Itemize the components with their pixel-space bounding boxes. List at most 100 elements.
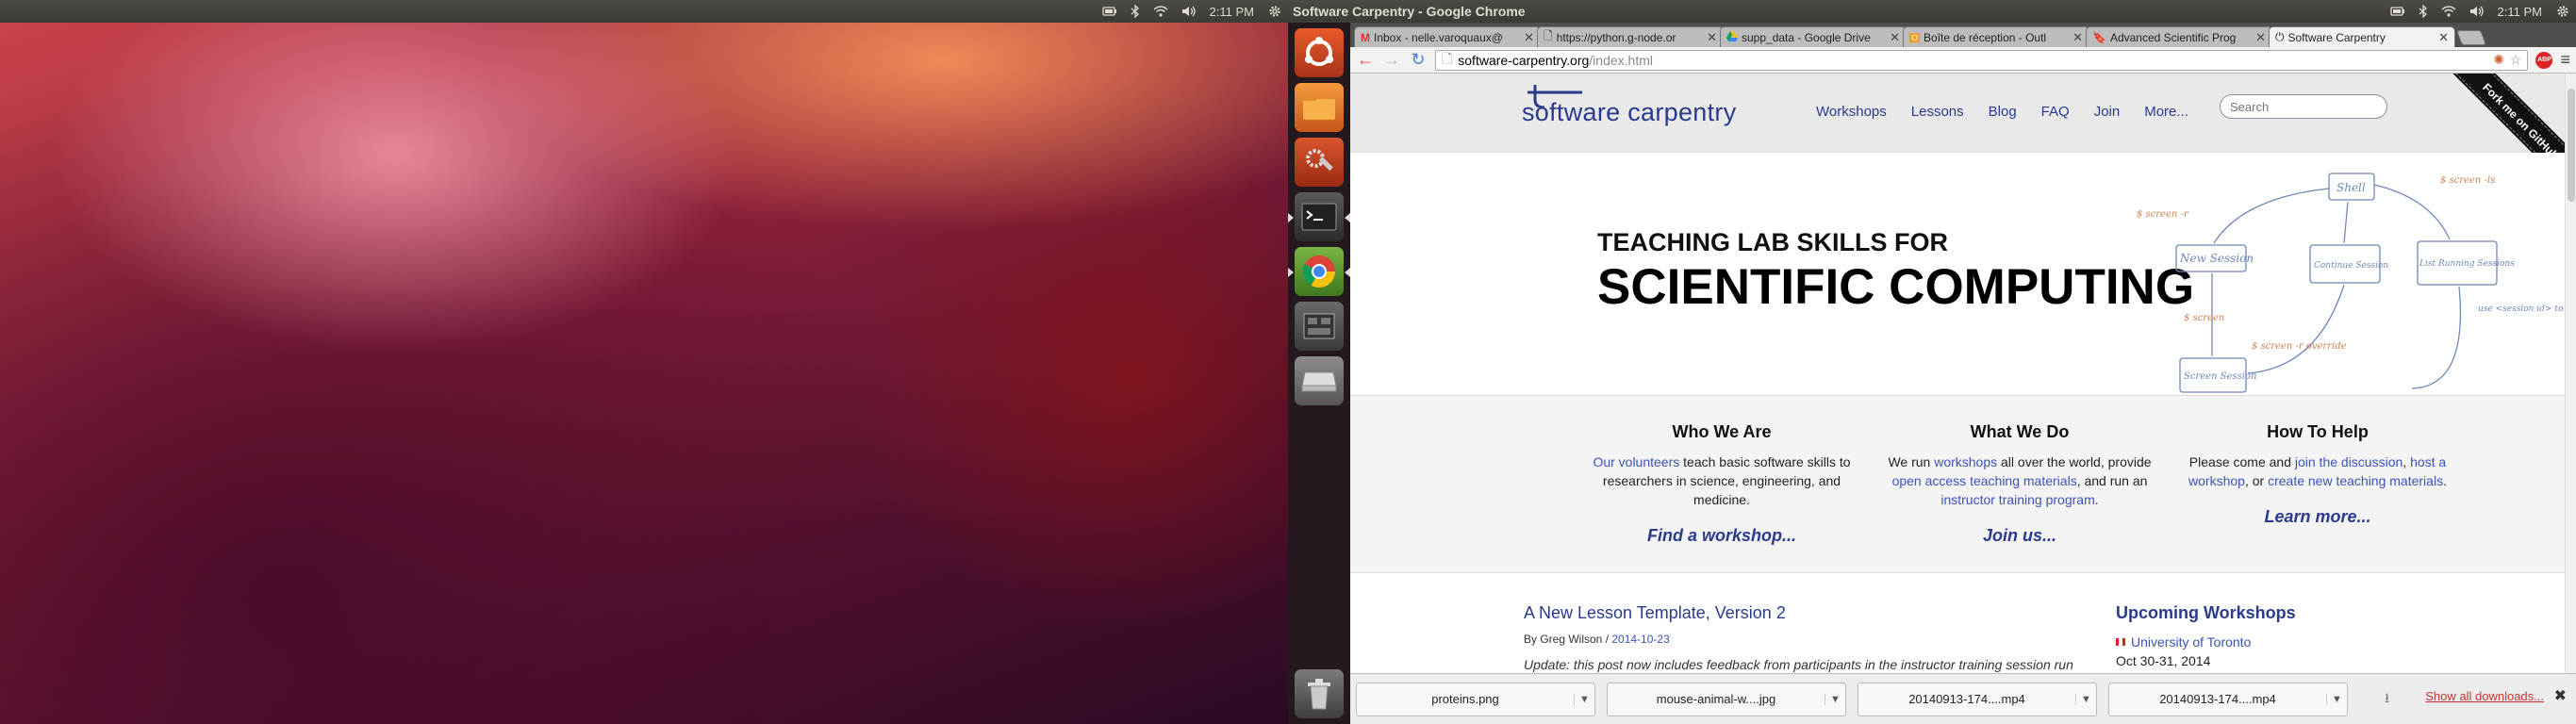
column-text: We run workshops all over the world, pro…	[1878, 452, 2161, 509]
gear-icon[interactable]	[2555, 4, 2570, 19]
tab-python-gnode[interactable]: 🗋 https://python.g-node.or ✕	[1537, 26, 1724, 47]
instructor-training-link[interactable]: instructor training program	[1940, 492, 2094, 507]
close-icon[interactable]: ✕	[2255, 30, 2266, 45]
close-icon[interactable]: ✕	[1707, 30, 1717, 45]
download-item[interactable]: 20140913-174....mp4 ▼	[1858, 682, 2097, 716]
column-text: Please come and join the discussion, hos…	[2176, 452, 2459, 490]
workshop-item[interactable]: University of Toronto	[2116, 634, 2361, 650]
back-icon[interactable]: ←	[1356, 50, 1375, 70]
tab-label: supp_data - Google Drive	[1742, 30, 1871, 44]
site-search-input[interactable]	[2220, 94, 2387, 119]
download-item[interactable]: 20140913-174....mp4 ▼	[2108, 682, 2348, 716]
clock-left[interactable]: 2:11 PM	[1210, 5, 1254, 19]
address-bar[interactable]: 🗋 software-carpentry.org/index.html ✺ ☆	[1435, 49, 2529, 71]
intro-columns: Who We Are Our volunteers teach basic so…	[1350, 396, 2565, 573]
clock-right[interactable]: 2:11 PM	[2498, 5, 2542, 19]
close-icon[interactable]: ✕	[2438, 30, 2449, 45]
learn-more-link[interactable]: Learn more...	[2176, 507, 2459, 526]
chrome-icon[interactable]	[1288, 247, 1350, 296]
chevron-down-icon[interactable]: ▼	[2075, 693, 2096, 705]
nav-lessons[interactable]: Lessons	[1911, 104, 1964, 120]
post-title[interactable]: A New Lesson Template, Version 2	[1524, 603, 2108, 623]
tab-outlook[interactable]: O Boîte de réception - Outl ✕	[1903, 26, 2089, 47]
window-title: Software Carpentry - Google Chrome	[1293, 4, 1526, 19]
github-icon: 🔖	[2092, 30, 2106, 44]
page-icon: 🗋	[1544, 29, 1553, 42]
join-discussion-link[interactable]: join the discussion	[2295, 454, 2403, 469]
gear-icon[interactable]	[1267, 4, 1282, 19]
download-name: proteins.png	[1431, 692, 1499, 706]
download-name: 20140913-174....mp4	[2159, 692, 2276, 706]
trash-icon[interactable]	[1295, 669, 1344, 718]
text-span: , or	[2244, 473, 2269, 488]
show-all-downloads-link[interactable]: Show all downloads...	[2425, 689, 2544, 703]
ubuntu-dash-icon[interactable]	[1295, 28, 1344, 77]
nav-blog[interactable]: Blog	[1989, 104, 2017, 120]
post-byline: By Greg Wilson / 2014-10-23	[1524, 633, 2108, 646]
chevron-down-icon[interactable]: ▼	[2326, 693, 2347, 705]
tab-gmail[interactable]: M Inbox - nelle.varoquaux@ ✕	[1354, 26, 1541, 47]
bluetooth-icon[interactable]	[2419, 5, 2428, 18]
create-materials-link[interactable]: create new teaching materials	[2268, 473, 2443, 488]
volunteers-link[interactable]: Our volunteers	[1593, 454, 1679, 469]
forward-icon[interactable]: →	[1382, 50, 1401, 70]
wifi-icon[interactable]	[1153, 6, 1168, 17]
nav-more[interactable]: More...	[2144, 104, 2188, 120]
reload-icon[interactable]: ↻	[1409, 50, 1428, 70]
sketch-label-screen: $ screen	[2184, 313, 2224, 323]
nav-faq[interactable]: FAQ	[2041, 104, 2070, 120]
browser-toolbar: ← → ↻ 🗋 software-carpentry.org/index.htm…	[1350, 47, 2576, 74]
chevron-down-icon[interactable]: ▼	[1574, 693, 1594, 705]
tab-github[interactable]: 🔖 Advanced Scientific Prog ✕	[2086, 26, 2272, 47]
close-icon[interactable]: ✕	[2072, 30, 2083, 45]
scrollbar-thumb[interactable]	[2568, 89, 2575, 202]
sketch-use-session-id: use <session id> to continue	[2478, 304, 2563, 314]
sketch-label-screen-override: $ screen -r override	[2252, 341, 2347, 352]
wifi-icon[interactable]	[2441, 6, 2456, 17]
teaching-materials-link[interactable]: open access teaching materials	[1892, 473, 2077, 488]
star-icon[interactable]: ☆	[2510, 52, 2522, 68]
terminal-icon[interactable]	[1288, 192, 1350, 241]
nav-workshops[interactable]: Workshops	[1816, 104, 1887, 120]
close-icon[interactable]: ✖	[2554, 686, 2567, 705]
new-tab-button[interactable]	[2456, 30, 2486, 45]
url-host: software-carpentry.org	[1458, 52, 1590, 68]
tab-label: Boîte de réception - Outl	[1924, 30, 2047, 44]
power-icon: ⏻	[2275, 30, 2285, 43]
sketch-shell: Shell	[2337, 181, 2366, 194]
desktop-wallpaper	[0, 23, 1288, 724]
text-span: , and run an	[2076, 473, 2148, 488]
workshops-link[interactable]: workshops	[1934, 454, 1997, 469]
volume-icon[interactable]	[2469, 6, 2485, 17]
post-excerpt: Update: this post now includes feedback …	[1524, 657, 2073, 672]
download-icon: ⭳	[2385, 690, 2389, 705]
close-icon[interactable]: ✕	[1890, 30, 1900, 45]
join-us-link[interactable]: Join us...	[1878, 526, 2161, 545]
chevron-down-icon[interactable]: ▼	[1825, 693, 1845, 705]
battery-icon[interactable]	[2389, 7, 2405, 16]
find-workshop-link[interactable]: Find a workshop...	[1580, 526, 1863, 545]
menu-icon[interactable]: ≡	[2560, 50, 2570, 70]
nav-join[interactable]: Join	[2094, 104, 2121, 120]
system-settings-icon[interactable]	[1295, 138, 1344, 187]
site-nav: Workshops Lessons Blog FAQ Join More...	[1816, 104, 2188, 120]
hero-subtitle: TEACHING LAB SKILLS FOR	[1597, 228, 1948, 256]
download-item[interactable]: proteins.png ▼	[1356, 682, 1595, 716]
close-icon[interactable]: ✕	[1524, 30, 1534, 45]
files-icon[interactable]	[1295, 83, 1344, 132]
drive-icon[interactable]	[1295, 356, 1344, 405]
adblock-icon[interactable]: ABP	[2535, 51, 2553, 69]
extension-icon[interactable]: ✺	[2493, 52, 2504, 68]
tab-google-drive[interactable]: supp_data - Google Drive ✕	[1720, 26, 1907, 47]
tab-software-carpentry[interactable]: ⏻ Software Carpentry ✕	[2269, 26, 2455, 47]
bluetooth-icon[interactable]	[1131, 5, 1140, 18]
workspace-switcher-icon[interactable]	[1295, 302, 1344, 351]
top-panel-right: Software Carpentry - Google Chrome 2:11 …	[1288, 0, 2576, 23]
workshop-name[interactable]: University of Toronto	[2131, 634, 2251, 650]
sketch-label-screen-r: $ screen -r	[2137, 209, 2189, 220]
battery-icon[interactable]	[1101, 7, 1117, 16]
page-scrollbar[interactable]	[2565, 74, 2576, 673]
volume-icon[interactable]	[1181, 6, 1197, 17]
download-item[interactable]: mouse-animal-w....jpg ▼	[1607, 682, 1846, 716]
post-date-link[interactable]: 2014-10-23	[1611, 633, 1669, 646]
